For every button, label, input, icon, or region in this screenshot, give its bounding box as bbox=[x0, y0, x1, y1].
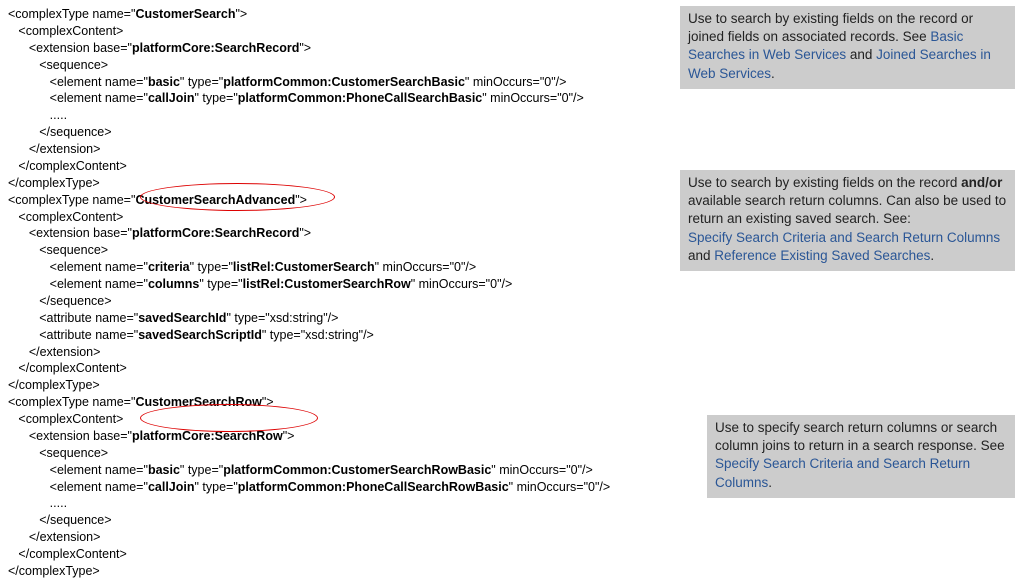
attr-name: savedSearchId bbox=[138, 311, 226, 325]
el-name: callJoin bbox=[148, 91, 195, 105]
text: <element name=" bbox=[8, 277, 148, 291]
callout-bold: and/or bbox=[961, 175, 1002, 190]
el-name: criteria bbox=[148, 260, 190, 274]
text: <sequence> bbox=[8, 446, 108, 460]
text: " minOccurs="0"/> bbox=[509, 480, 611, 494]
el-type: platformCommon:CustomerSearchBasic bbox=[223, 75, 465, 89]
text: </complexContent> bbox=[8, 547, 127, 561]
text: " minOccurs="0"/> bbox=[491, 463, 593, 477]
text: <attribute name=" bbox=[8, 311, 138, 325]
text: <element name=" bbox=[8, 75, 148, 89]
callout-customer-search-advanced: Use to search by existing fields on the … bbox=[680, 170, 1015, 271]
text: "> bbox=[299, 41, 311, 55]
xml-code-block: <complexType name="CustomerSearch"> <com… bbox=[8, 6, 610, 580]
el-name: columns bbox=[148, 277, 199, 291]
text: </complexContent> bbox=[8, 361, 127, 375]
text: "> bbox=[235, 7, 247, 21]
callout-customer-search: Use to search by existing fields on the … bbox=[680, 6, 1015, 89]
text: <element name=" bbox=[8, 463, 148, 477]
text: <complexContent> bbox=[8, 24, 123, 38]
el-name: basic bbox=[148, 463, 180, 477]
ext-base: platformCore:SearchRecord bbox=[132, 226, 299, 240]
text: <extension base=" bbox=[8, 226, 132, 240]
callout-text: Use to search by existing fields on the … bbox=[688, 175, 961, 190]
callout-text: Use to specify search return columns or … bbox=[715, 420, 1005, 453]
text: </complexContent> bbox=[8, 159, 127, 173]
text: " minOccurs="0"/> bbox=[482, 91, 584, 105]
text: <sequence> bbox=[8, 243, 108, 257]
text: "> bbox=[283, 429, 295, 443]
text: " minOccurs="0"/> bbox=[375, 260, 477, 274]
text: </extension> bbox=[8, 345, 100, 359]
el-type: listRel:CustomerSearch bbox=[233, 260, 375, 274]
text: " minOccurs="0"/> bbox=[465, 75, 567, 89]
callout-customer-search-row: Use to specify search return columns or … bbox=[707, 415, 1015, 498]
text: <element name=" bbox=[8, 91, 148, 105]
text: "> bbox=[262, 395, 274, 409]
callout-text: . bbox=[768, 475, 772, 490]
text: </sequence> bbox=[8, 513, 112, 527]
link-specify-criteria[interactable]: Specify Search Criteria and Search Retur… bbox=[715, 456, 970, 489]
el-type: listRel:CustomerSearchRow bbox=[243, 277, 411, 291]
el-name: basic bbox=[148, 75, 180, 89]
ellipsis: ..... bbox=[8, 108, 67, 122]
ext-base: platformCore:SearchRecord bbox=[132, 41, 299, 55]
el-name: callJoin bbox=[148, 480, 195, 494]
link-specify-criteria[interactable]: Specify Search Criteria and Search Retur… bbox=[688, 230, 1000, 245]
el-type: platformCommon:PhoneCallSearchBasic bbox=[238, 91, 483, 105]
type-name: CustomerSearch bbox=[135, 7, 235, 21]
text: " minOccurs="0"/> bbox=[411, 277, 513, 291]
text: " type=" bbox=[199, 277, 242, 291]
text: <complexContent> bbox=[8, 412, 123, 426]
link-reference-saved[interactable]: Reference Existing Saved Searches bbox=[714, 248, 930, 263]
text: </complexType> bbox=[8, 378, 100, 392]
type-name: CustomerSearchRow bbox=[135, 395, 261, 409]
type-name: CustomerSearchAdvanced bbox=[135, 193, 295, 207]
text: <complexType name=" bbox=[8, 395, 135, 409]
callout-text: available search return columns. Can als… bbox=[688, 193, 1006, 226]
text: </extension> bbox=[8, 142, 100, 156]
attr-name: savedSearchScriptId bbox=[138, 328, 262, 342]
text: <element name=" bbox=[8, 260, 148, 274]
text: <complexType name=" bbox=[8, 7, 135, 21]
text: <extension base=" bbox=[8, 429, 132, 443]
text: " type=" bbox=[180, 463, 223, 477]
text: " type="xsd:string"/> bbox=[262, 328, 374, 342]
text: </complexType> bbox=[8, 176, 100, 190]
text: </sequence> bbox=[8, 294, 112, 308]
text: <complexContent> bbox=[8, 210, 123, 224]
callout-text: and bbox=[846, 47, 876, 62]
text: <extension base=" bbox=[8, 41, 132, 55]
text: " type="xsd:string"/> bbox=[226, 311, 338, 325]
text: </extension> bbox=[8, 530, 100, 544]
text: " type=" bbox=[194, 91, 237, 105]
text: "> bbox=[295, 193, 307, 207]
ext-base: platformCore:SearchRow bbox=[132, 429, 283, 443]
text: <complexType name=" bbox=[8, 193, 135, 207]
text: " type=" bbox=[190, 260, 233, 274]
callout-text: and bbox=[688, 248, 714, 263]
text: <attribute name=" bbox=[8, 328, 138, 342]
text: "> bbox=[299, 226, 311, 240]
text: " type=" bbox=[180, 75, 223, 89]
callout-text: . bbox=[771, 66, 775, 81]
el-type: platformCommon:PhoneCallSearchRowBasic bbox=[238, 480, 509, 494]
callout-text: . bbox=[930, 248, 934, 263]
text: </sequence> bbox=[8, 125, 112, 139]
text: " type=" bbox=[194, 480, 237, 494]
el-type: platformCommon:CustomerSearchRowBasic bbox=[223, 463, 491, 477]
text: <element name=" bbox=[8, 480, 148, 494]
ellipsis: ..... bbox=[8, 496, 67, 510]
text: <sequence> bbox=[8, 58, 108, 72]
